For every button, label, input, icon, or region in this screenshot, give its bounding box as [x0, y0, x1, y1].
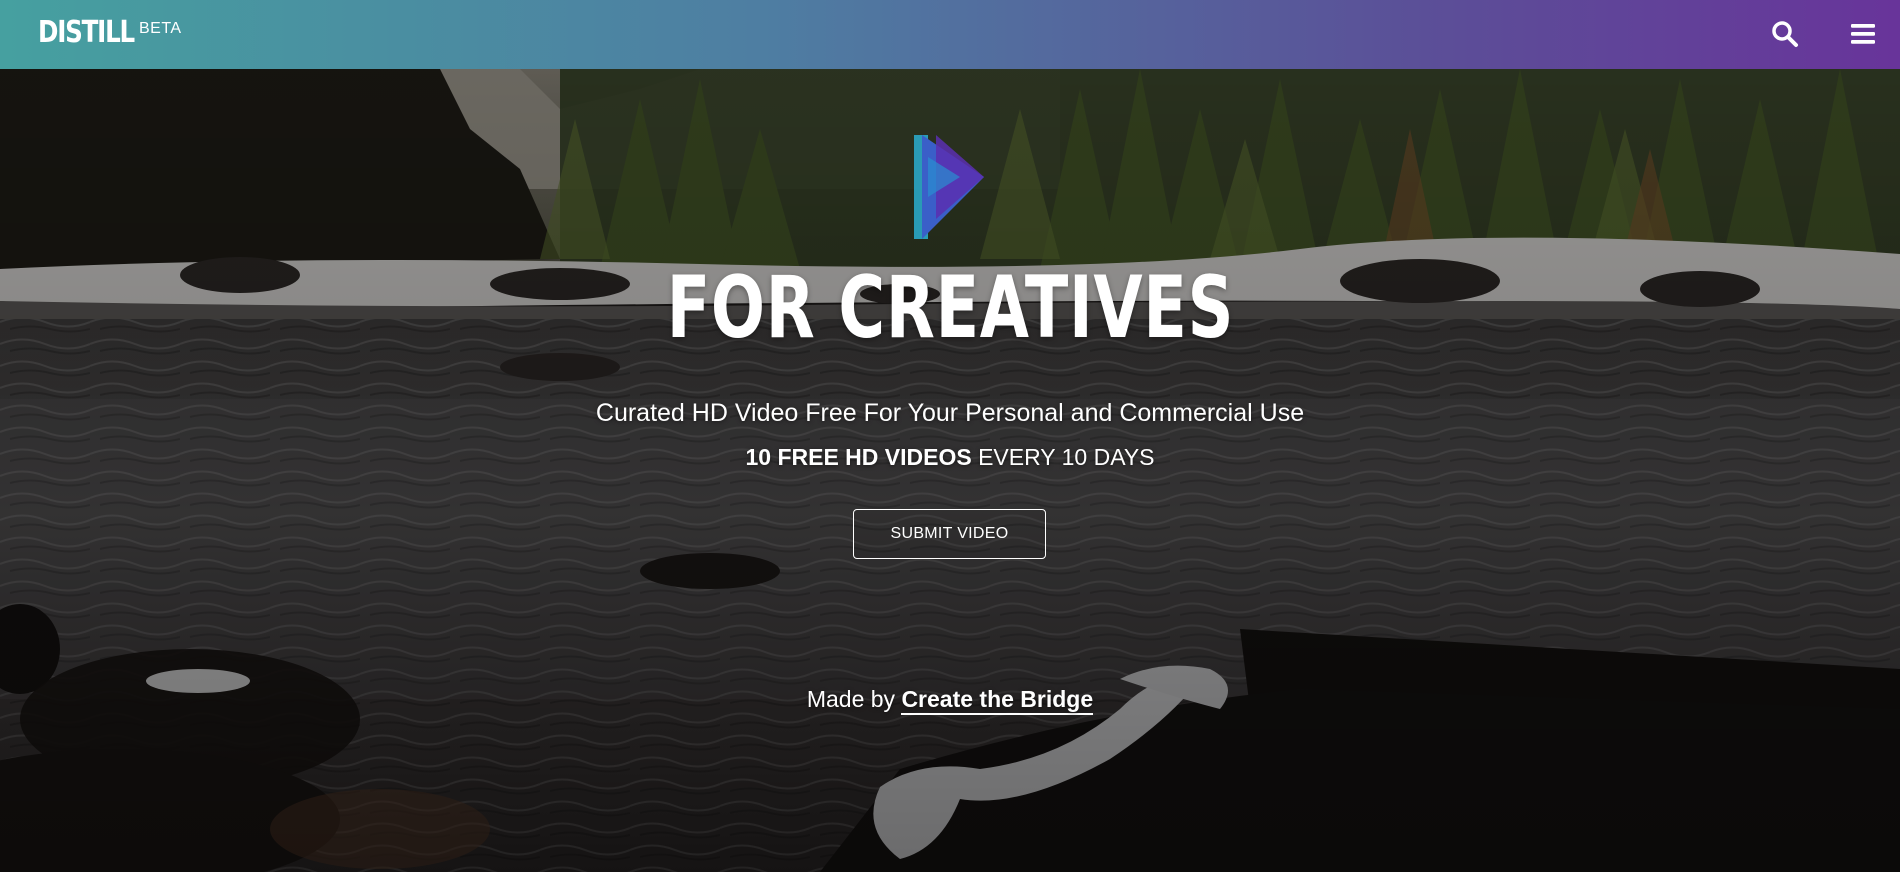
hero-title: FOR CREATIVES [0, 265, 1900, 351]
promo-bold-text: 10 FREE HD VIDEOS [745, 444, 972, 470]
search-icon[interactable] [1771, 20, 1799, 48]
hero-title-text: FOR CREATIVES [666, 258, 1234, 358]
hero-subtitle: Curated HD Video Free For Your Personal … [595, 399, 1305, 427]
hamburger-menu-icon[interactable] [1849, 20, 1877, 48]
promo-rest-text: EVERY 10 DAYS [971, 444, 1155, 470]
promo-line: 10 FREE HD VIDEOS EVERY 10 DAYS [0, 444, 1900, 471]
top-nav-bar: DISTILL BETA [0, 0, 1900, 69]
distill-logo[interactable]: DISTILL [38, 18, 135, 48]
submit-video-button[interactable]: SUBMIT VIDEO [853, 509, 1046, 559]
create-the-bridge-link[interactable]: Create the Bridge [901, 686, 1094, 715]
made-by-credit: Made by Create the Bridge [0, 686, 1900, 715]
hero-section: FOR CREATIVES Curated HD Video Free For … [0, 69, 1900, 872]
distill-brand-mark-icon [914, 135, 984, 239]
beta-badge: BETA [139, 20, 182, 37]
made-by-prefix: Made by [806, 686, 902, 712]
